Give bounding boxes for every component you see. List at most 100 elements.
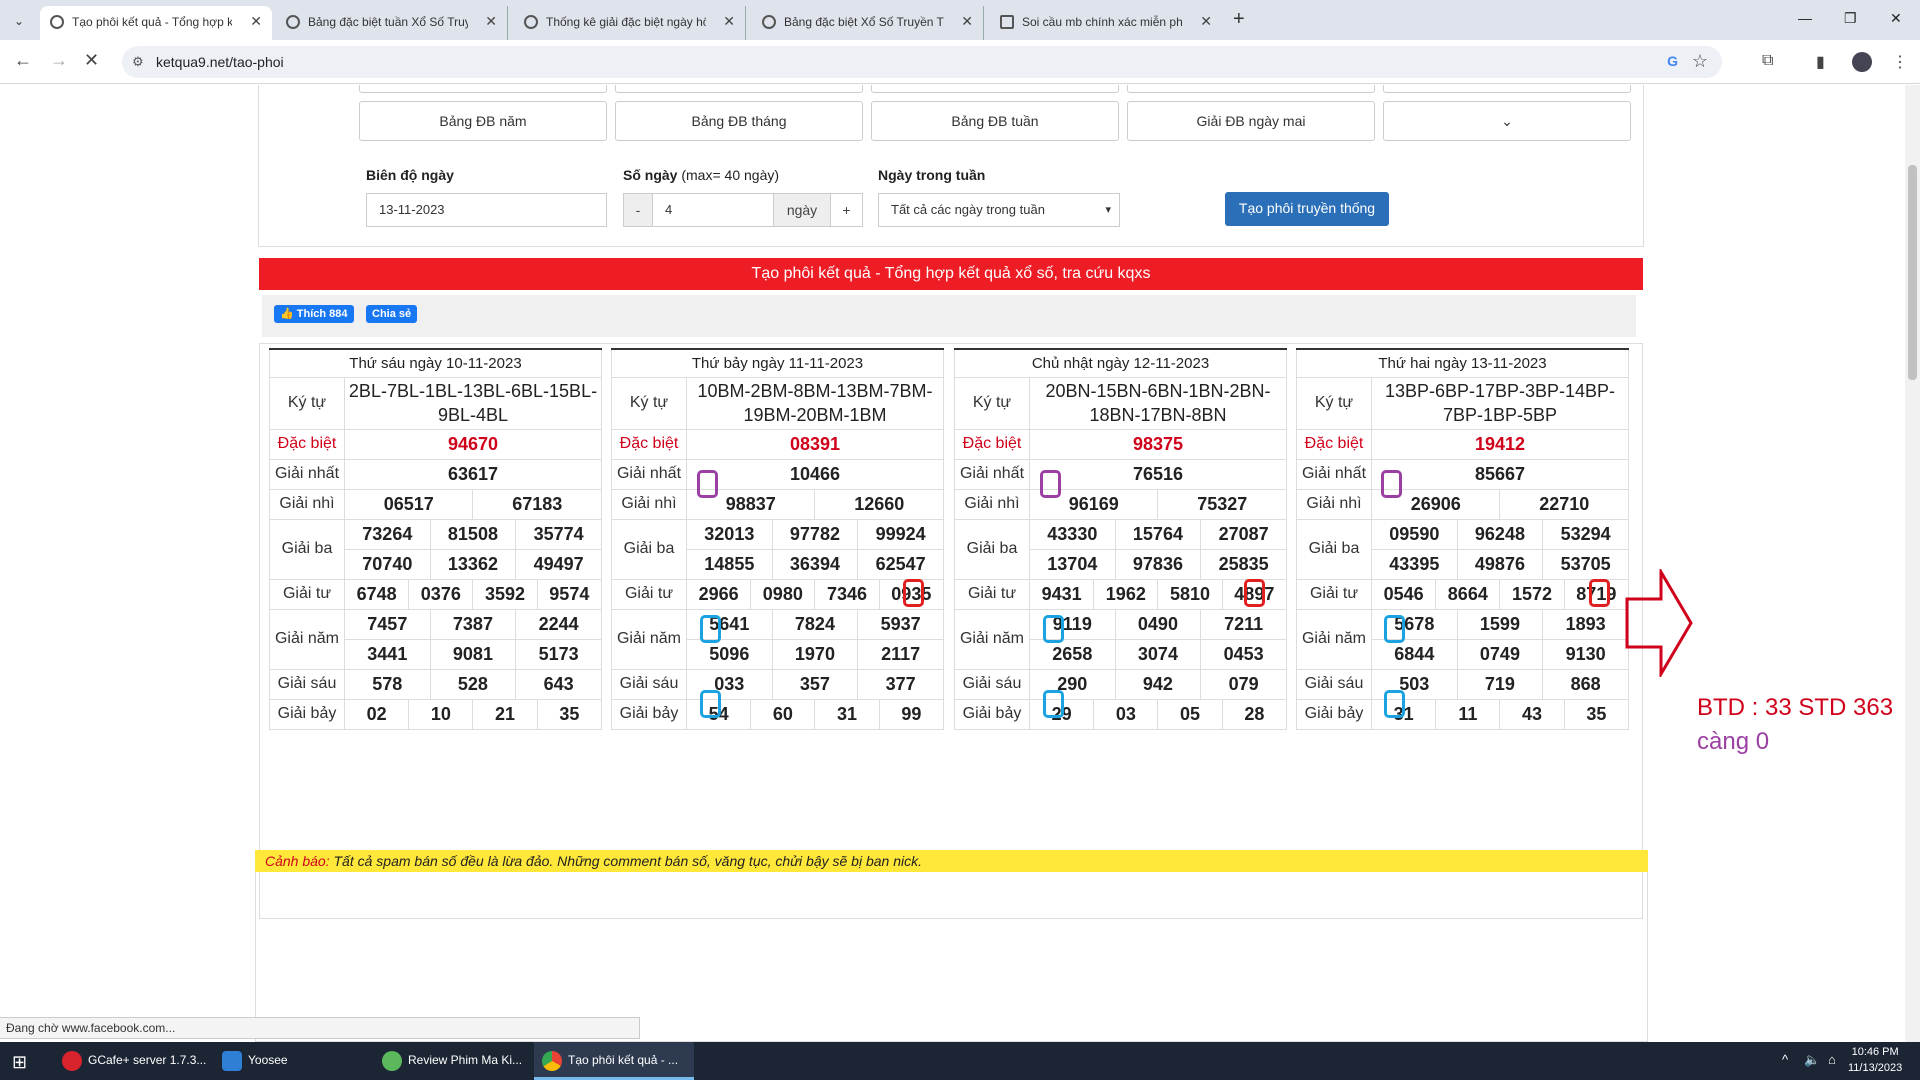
close-tab-icon[interactable]: ✕ xyxy=(723,6,735,36)
result-first-prize: 63617 xyxy=(344,458,602,490)
annotation-btd: BTD : 33 STD 363 xyxy=(1697,694,1894,721)
tab-bang-db-tuan[interactable]: Bảng đặc biệt tuần Xổ Số Truyền Thống ✕ xyxy=(276,6,508,40)
windows-start-icon[interactable]: ⊞ xyxy=(12,1052,27,1073)
row-label: Đặc biệt xyxy=(269,428,345,460)
result-third-prize: 49497 xyxy=(515,548,602,580)
row-label: Ký tự xyxy=(611,376,687,430)
quick-button-top-row[interactable] xyxy=(1127,85,1375,93)
result-third-prize: 13362 xyxy=(429,548,517,580)
stop-loading-icon[interactable]: ✕ xyxy=(84,50,99,71)
tab-thong-ke-db[interactable]: Thống kê giải đặc biệt ngày hôm nay ✕ xyxy=(514,6,746,40)
result-second-prize: 67183 xyxy=(472,488,602,520)
forward-arrow-icon[interactable]: → xyxy=(50,50,68,71)
extensions-puzzle-icon[interactable]: ⧉ xyxy=(1762,52,1773,70)
result-second-prize: 06517 xyxy=(343,488,474,520)
site-info-icon[interactable]: ⚙ xyxy=(132,54,144,70)
expand-more-button[interactable]: ⌄ xyxy=(1383,101,1631,141)
highlight-box xyxy=(1043,690,1064,718)
weekday-select-value: Tất cả các ngày trong tuần xyxy=(891,202,1045,217)
tab-soi-cau[interactable]: Soi cầu mb chính xác miễn phí ✕ xyxy=(990,6,1222,40)
result-table: Thứ bảy ngày 11-11-2023 Ký tự 10BM-2BM-8BM… xyxy=(611,348,945,730)
taskbar-clock[interactable]: 10:46 PM 11/13/2023 xyxy=(1848,1044,1902,1076)
app-leaf-icon xyxy=(382,1051,402,1071)
task-label: Review Phim Ma Ki... xyxy=(408,1053,523,1067)
tao-phoi-submit-button[interactable]: Tạo phôi truyền thống xyxy=(1225,192,1389,226)
network-icon[interactable]: ⌂ xyxy=(1828,1052,1836,1067)
filter-card: Bảng ĐB năm Bảng ĐB tháng Bảng ĐB tuần G… xyxy=(258,85,1644,247)
taskbar-app-yoosee[interactable]: Yoosee xyxy=(214,1042,364,1080)
side-panel-icon[interactable]: ▮ xyxy=(1816,52,1825,72)
volume-icon[interactable]: 🔈 xyxy=(1804,1052,1820,1068)
close-tab-icon[interactable]: ✕ xyxy=(250,6,262,36)
scrollbar-thumb[interactable] xyxy=(1908,165,1917,380)
bookmark-star-icon[interactable]: ☆ xyxy=(1692,51,1708,72)
quick-button-top-row[interactable] xyxy=(1383,85,1631,93)
omnibox[interactable]: ⚙ ketqua9.net/tao-phoi G ☆ xyxy=(122,46,1722,78)
row-label: Giải nhất xyxy=(269,458,345,490)
result-seventh-prize: 10 xyxy=(408,698,474,730)
date-input[interactable]: 13-11-2023 xyxy=(366,193,607,227)
row-label: Giải nhất xyxy=(611,458,687,490)
result-second-prize: 12660 xyxy=(814,488,944,520)
result-third-prize: 62547 xyxy=(857,548,944,580)
taskbar-app-chrome[interactable]: Tạo phôi kết quả - ... xyxy=(534,1042,694,1080)
like-label: Thích 884 xyxy=(296,308,348,320)
row-label: Giải năm xyxy=(611,608,687,670)
restore-icon[interactable]: ❐ xyxy=(1844,10,1857,27)
days-input[interactable]: 4 xyxy=(652,193,774,227)
result-fourth-prize: 6748 xyxy=(343,578,410,610)
tab-bang-db[interactable]: Bảng đặc biệt Xổ Số Truyền Thống ✕ xyxy=(752,6,984,40)
result-first-prize: 10466 xyxy=(686,458,944,490)
row-label: Giải nhì xyxy=(269,488,345,520)
close-window-icon[interactable]: ✕ xyxy=(1890,10,1902,27)
back-arrow-icon[interactable]: ← xyxy=(14,50,32,71)
new-tab-plus-icon[interactable]: + xyxy=(1233,8,1245,31)
result-fifth-prize: 0749 xyxy=(1456,638,1544,670)
result-third-prize: 53705 xyxy=(1542,548,1629,580)
site-favicon-icon xyxy=(1000,14,1014,29)
bang-db-thang-button[interactable]: Bảng ĐB tháng xyxy=(615,101,863,141)
giai-db-ngay-mai-button[interactable]: Giải ĐB ngày mai xyxy=(1127,101,1375,141)
page-scrollbar[interactable] xyxy=(1905,85,1920,1042)
tab-search-chevron-icon[interactable]: ⌄ xyxy=(8,10,30,32)
weekday-select[interactable]: Tất cả các ngày trong tuần ▾ xyxy=(878,193,1120,227)
tab-tao-phoi[interactable]: Tạo phôi kết quả - Tổng hợp kết quả ✕ xyxy=(40,6,272,40)
more-menu-icon[interactable]: ⋮ xyxy=(1892,52,1908,72)
close-tab-icon[interactable]: ✕ xyxy=(961,6,973,36)
google-translate-icon[interactable]: G xyxy=(1667,53,1678,69)
tab-title: Tạo phôi kết quả - Tổng hợp kết quả xyxy=(72,14,232,29)
url-text[interactable]: ketqua9.net/tao-phoi xyxy=(156,54,284,70)
minimize-icon[interactable]: — xyxy=(1798,10,1812,26)
result-third-prize: 81508 xyxy=(429,518,517,550)
quick-button-top-row[interactable] xyxy=(615,85,863,93)
close-tab-icon[interactable]: ✕ xyxy=(485,6,497,36)
row-label: Giải nhất xyxy=(1296,458,1372,490)
tray-chevron-icon[interactable]: ^ xyxy=(1782,1052,1788,1067)
task-label: Yoosee xyxy=(248,1053,288,1067)
taskbar-app-gcafe[interactable]: GCafe+ server 1.7.3... xyxy=(54,1042,206,1080)
bang-db-tuan-button[interactable]: Bảng ĐB tuần xyxy=(871,101,1119,141)
facebook-share-button[interactable]: Chia sẻ xyxy=(366,305,418,323)
days-plus-button[interactable]: + xyxy=(830,193,863,227)
bang-db-nam-button[interactable]: Bảng ĐB năm xyxy=(359,101,607,141)
quick-button-top-row[interactable] xyxy=(871,85,1119,93)
result-first-prize: 76516 xyxy=(1029,458,1287,490)
facebook-like-button[interactable]: 👍 Thích 884 xyxy=(274,305,354,323)
result-table: Chủ nhật ngày 12-11-2023 Ký tự 20BN-15BN-6… xyxy=(954,348,1288,730)
result-fourth-prize: 3592 xyxy=(472,578,538,610)
quick-button-top-row[interactable] xyxy=(359,85,607,93)
result-fifth-prize: 5173 xyxy=(515,638,602,670)
result-fifth-prize: 7387 xyxy=(429,608,517,640)
days-minus-button[interactable]: - xyxy=(623,193,653,227)
result-special-prize: 94670 xyxy=(344,428,602,460)
row-label: Giải bảy xyxy=(1296,698,1372,730)
profile-avatar[interactable] xyxy=(1852,52,1872,72)
clock-time: 10:46 PM xyxy=(1851,1046,1899,1058)
result-fifth-prize: 2658 xyxy=(1029,638,1116,670)
highlight-box xyxy=(1040,470,1061,498)
result-fourth-prize: 8664 xyxy=(1435,578,1501,610)
result-third-prize: 25835 xyxy=(1200,548,1287,580)
taskbar-app-review[interactable]: Review Phim Ma Ki... xyxy=(374,1042,524,1080)
select-arrow-icon: ▾ xyxy=(1105,204,1111,216)
close-tab-icon[interactable]: ✕ xyxy=(1200,6,1212,36)
